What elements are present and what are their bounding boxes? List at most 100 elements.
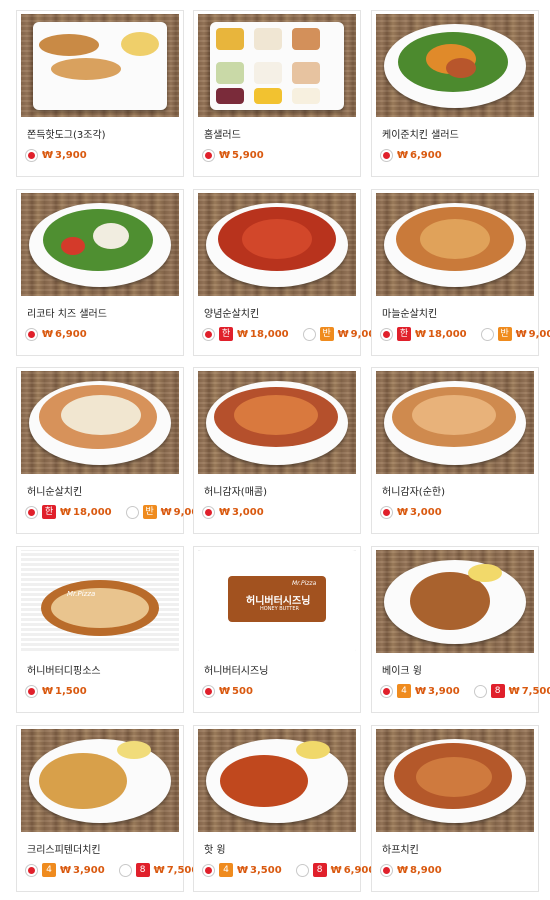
menu-item-photo[interactable]: Mr.Pizza xyxy=(21,550,179,653)
menu-item-card[interactable]: 허니감자(매콤) ₩3,000 xyxy=(193,367,361,534)
menu-item-name[interactable]: 허니버터디핑소스 xyxy=(27,662,101,677)
menu-item-name[interactable]: 쫀득핫도그(3조각) xyxy=(27,126,106,141)
menu-item-card[interactable]: 허니감자(순한) ₩3,000 xyxy=(371,367,539,534)
food-graphic xyxy=(216,62,244,84)
price-option-radio[interactable] xyxy=(202,148,215,162)
price-value: 3,900 xyxy=(73,864,105,876)
menu-item-name[interactable]: 허니감자(매콤) xyxy=(204,483,267,498)
menu-item-card[interactable]: 베이크 윙 4 ₩3,900 8 ₩7,500 xyxy=(371,546,550,713)
menu-item-card[interactable]: Mr.Pizza 허니버터시즈닝 HONEY BUTTER 허니버터시즈닝 ₩500 xyxy=(193,546,361,713)
menu-item-card[interactable]: 핫 윙 4 ₩3,500 8 ₩6,900 xyxy=(193,725,375,892)
size-badge: 한 xyxy=(397,327,411,341)
price-option-radio[interactable] xyxy=(302,327,316,341)
menu-item-name[interactable]: 양념순살치킨 xyxy=(204,305,259,320)
price-option-radio[interactable] xyxy=(380,327,393,341)
food-graphic xyxy=(220,755,308,807)
menu-item-photo[interactable] xyxy=(21,729,179,832)
price-option-radio[interactable] xyxy=(480,327,494,341)
menu-item-name[interactable]: 베이크 윙 xyxy=(382,662,422,677)
menu-item-photo[interactable]: Mr.Pizza 허니버터시즈닝 HONEY BUTTER xyxy=(198,550,356,653)
menu-item-name[interactable]: 허니버터시즈닝 xyxy=(204,662,268,677)
food-graphic xyxy=(216,88,244,104)
price-option-radio[interactable] xyxy=(380,505,393,519)
currency-symbol: ₩ xyxy=(219,149,231,161)
menu-item-card[interactable]: 허니순살치킨 한 ₩18,000 반 ₩9,000 xyxy=(16,367,205,534)
food-graphic xyxy=(416,757,492,797)
price-option-radio[interactable] xyxy=(118,863,132,877)
menu-item-name[interactable]: 허니순살치킨 xyxy=(27,483,82,498)
package-brand-label: Mr.Pizza xyxy=(67,590,96,598)
price-value: 6,900 xyxy=(410,149,442,161)
menu-item-card[interactable]: Mr.Pizza 허니버터디핑소스 ₩1,500 xyxy=(16,546,184,713)
menu-item-card[interactable]: 쫀득핫도그(3조각) ₩3,900 xyxy=(16,10,184,177)
menu-item-name[interactable]: 홈샐러드 xyxy=(204,126,241,141)
price-value: 9,000 xyxy=(528,328,550,340)
price-options: 한₩18,000반₩9,000 xyxy=(202,326,396,342)
menu-item-card[interactable]: 크리스피텐더치킨 4 ₩3,900 8 ₩7,500 xyxy=(16,725,198,892)
menu-item-photo[interactable] xyxy=(198,14,356,117)
currency-symbol: ₩ xyxy=(337,328,349,340)
price-option-radio[interactable] xyxy=(295,863,309,877)
currency-symbol: ₩ xyxy=(508,685,520,697)
menu-item-photo[interactable] xyxy=(198,371,356,474)
menu-item-card[interactable]: 마늘순살치킨한₩18,000반₩9,000 xyxy=(371,189,550,356)
price-option-radio[interactable] xyxy=(25,148,38,162)
price-value: 18,000 xyxy=(428,328,467,340)
currency-symbol: ₩ xyxy=(515,328,527,340)
size-badge: 한 xyxy=(42,505,56,519)
price-option-radio[interactable] xyxy=(25,327,38,341)
price-option-radio[interactable] xyxy=(380,863,393,877)
menu-item-photo[interactable] xyxy=(198,729,356,832)
price-value: 6,900 xyxy=(55,328,87,340)
menu-item-name[interactable]: 리코타 치즈 샐러드 xyxy=(27,305,107,320)
price-option-radio[interactable] xyxy=(25,505,38,519)
menu-item-card[interactable]: 하프치킨 ₩8,900 xyxy=(371,725,539,892)
menu-item-name[interactable]: 마늘순살치킨 xyxy=(382,305,437,320)
food-graphic xyxy=(254,62,282,84)
package-brand-label: Mr.Pizza xyxy=(292,580,317,587)
price-value: 18,000 xyxy=(73,506,112,518)
menu-item-name[interactable]: 핫 윙 xyxy=(204,841,226,856)
price-option-radio[interactable] xyxy=(473,684,487,698)
menu-item-photo[interactable] xyxy=(376,729,534,832)
menu-item-photo[interactable] xyxy=(376,14,534,117)
price-option-radio[interactable] xyxy=(202,505,215,519)
size-badge: 8 xyxy=(135,863,150,877)
food-graphic xyxy=(468,564,502,582)
menu-item-photo[interactable] xyxy=(21,193,179,296)
food-graphic xyxy=(117,741,151,759)
price-option-radio[interactable] xyxy=(380,148,393,162)
food-graphic xyxy=(51,58,121,80)
food-graphic xyxy=(93,223,129,249)
menu-item-photo[interactable] xyxy=(376,371,534,474)
menu-item-card[interactable]: 리코타 치즈 샐러드 ₩6,900 xyxy=(16,189,184,356)
menu-item-card[interactable]: 케이준치킨 샐러드 ₩6,900 xyxy=(371,10,539,177)
currency-symbol: ₩ xyxy=(330,864,342,876)
menu-item-name[interactable]: 하프치킨 xyxy=(382,841,419,856)
food-graphic xyxy=(39,753,127,809)
price-option-radio[interactable] xyxy=(202,327,215,341)
menu-item-name[interactable]: 크리스피텐더치킨 xyxy=(27,841,101,856)
size-badge: 4 xyxy=(397,684,411,698)
price-options: 한₩18,000반₩9,000 xyxy=(380,326,550,342)
menu-item-name[interactable]: 케이준치킨 샐러드 xyxy=(382,126,459,141)
food-graphic xyxy=(412,395,496,435)
price-option-radio[interactable] xyxy=(202,684,215,698)
price-option-radio[interactable] xyxy=(25,863,38,877)
menu-item-card[interactable]: 홈샐러드 ₩5,900 xyxy=(193,10,361,177)
menu-item-photo[interactable] xyxy=(376,550,534,653)
price-option-radio[interactable] xyxy=(25,684,38,698)
size-badge: 4 xyxy=(219,863,233,877)
menu-item-photo[interactable] xyxy=(376,193,534,296)
menu-item-photo[interactable] xyxy=(21,371,179,474)
menu-item-name[interactable]: 허니감자(순한) xyxy=(382,483,445,498)
menu-item-photo[interactable] xyxy=(198,193,356,296)
currency-symbol: ₩ xyxy=(42,685,54,697)
price-option-radio[interactable] xyxy=(380,684,393,698)
size-badge: 4 xyxy=(42,863,56,877)
menu-item-photo[interactable] xyxy=(21,14,179,117)
price-options: ₩1,500 xyxy=(25,683,101,699)
price-option-radio[interactable] xyxy=(125,505,139,519)
menu-item-card[interactable]: 양념순살치킨 한 ₩18,000 반 ₩9,000 xyxy=(193,189,382,356)
price-option-radio[interactable] xyxy=(202,863,215,877)
